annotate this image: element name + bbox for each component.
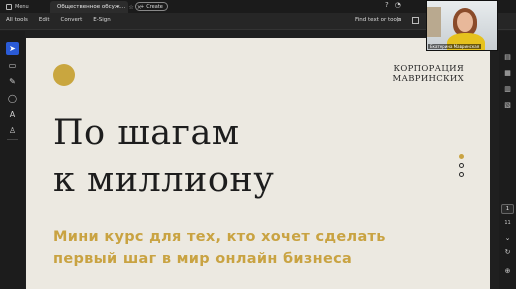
slide-subtitle: Мини курс для тех, кто хочет сделать пер… xyxy=(53,226,386,270)
window-icons: ? ◔ xyxy=(385,1,401,9)
help-icon[interactable]: ? xyxy=(385,1,389,9)
rail-divider xyxy=(7,139,18,140)
pages-panel-icon[interactable]: ▦ xyxy=(503,69,512,78)
menu-icon xyxy=(6,3,12,10)
total-pages: 11 xyxy=(504,220,511,226)
search-icon[interactable]: ⌕ xyxy=(397,16,405,24)
notifications-icon[interactable]: ◔ xyxy=(395,1,401,9)
webcam-video: Екатерина Мавринская xyxy=(426,0,498,51)
select-cursor-icon[interactable]: ➤ xyxy=(6,42,19,55)
current-page-input[interactable]: 1 xyxy=(501,204,514,214)
stamp-icon[interactable]: ♙ xyxy=(6,124,19,137)
home-menu-label: Menu xyxy=(15,3,29,10)
corporation-line-1: КОРПОРАЦИЯ xyxy=(393,64,464,74)
plus-icon: + xyxy=(140,3,145,10)
attachments-icon[interactable]: ▧ xyxy=(503,101,512,110)
right-scroll-gutter[interactable] xyxy=(490,38,499,289)
document-panel-icon[interactable]: ▤ xyxy=(503,53,512,62)
apps-grid-icon[interactable] xyxy=(412,17,419,24)
participant-name: Екатерина Мавринская xyxy=(428,44,482,49)
gold-circle-decoration xyxy=(53,64,75,86)
main-menu: All tools Edit Convert E-Sign xyxy=(6,17,111,23)
text-box-icon[interactable]: A xyxy=(6,108,19,121)
corporation-name: КОРПОРАЦИЯ МАВРИНСКИХ xyxy=(393,64,464,84)
slide-subtitle-line-1: Мини курс для тех, кто хочет сделать xyxy=(53,229,386,245)
right-tool-rail: ▤ ▦ ▥ ▧ 1 11 ⌄ ↻ ⊕ xyxy=(499,31,516,289)
bookmark-icon[interactable]: ▥ xyxy=(503,85,512,94)
add-comment-icon[interactable]: ▭ xyxy=(6,59,19,72)
slide-pagination-dots xyxy=(457,154,465,181)
left-tool-rail: ➤ ▭ ✎ ◯ A ♙ xyxy=(0,31,25,289)
document-tab-title: Общественное обсуж… xyxy=(57,4,126,10)
pagination-dot-active xyxy=(458,154,464,159)
document-page: КОРПОРАЦИЯ МАВРИНСКИХ По шагам к миллион… xyxy=(26,38,490,289)
menu-item-convert[interactable]: Convert xyxy=(61,17,83,23)
slide-title-line-2: к миллиону xyxy=(53,160,275,200)
corporation-line-2: МАВРИНСКИХ xyxy=(392,74,464,84)
refresh-icon[interactable]: ↻ xyxy=(503,248,512,257)
create-button-label: Create xyxy=(146,3,163,10)
star-icon[interactable]: ☆ xyxy=(128,4,133,11)
find-text-or-tools[interactable]: Find text or tools xyxy=(355,17,401,23)
menu-item-edit[interactable]: Edit xyxy=(39,17,50,23)
slide-title: По шагам к миллиону xyxy=(53,110,274,204)
draw-shape-icon[interactable]: ◯ xyxy=(6,92,19,105)
slide-subtitle-line-2: первый шаг в мир онлайн бизнеса xyxy=(53,251,353,267)
chevron-down-icon[interactable]: ⌄ xyxy=(503,234,512,243)
webcam-person-face xyxy=(457,12,473,32)
menu-item-esign[interactable]: E-Sign xyxy=(93,17,110,23)
webcam-shelf xyxy=(427,7,441,37)
slide-title-line-1: По шагам xyxy=(53,113,240,153)
home-menu-button[interactable]: Menu xyxy=(6,2,29,11)
pagination-dot xyxy=(458,163,464,168)
document-tab[interactable]: Общественное обсуж… ☆ × xyxy=(50,1,142,13)
menu-item-all-tools[interactable]: All tools xyxy=(6,17,28,23)
create-button[interactable]: + Create xyxy=(135,2,168,11)
pagination-dot xyxy=(458,172,464,177)
highlight-pen-icon[interactable]: ✎ xyxy=(6,75,19,88)
zoom-icon[interactable]: ⊕ xyxy=(503,267,512,276)
